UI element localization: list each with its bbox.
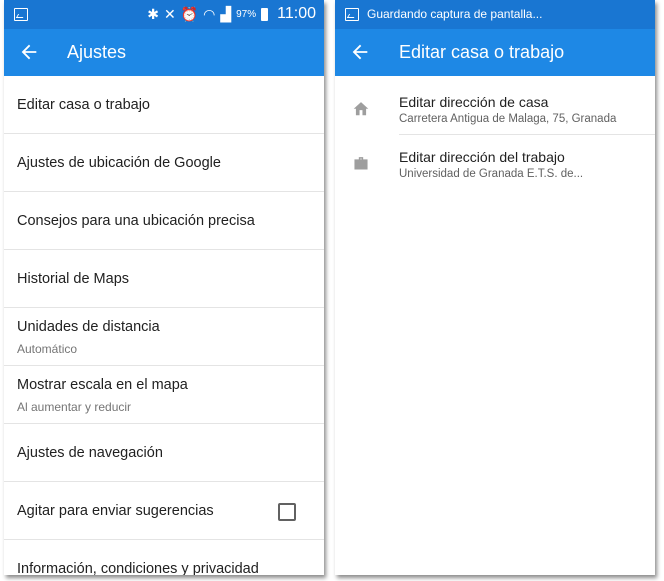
setting-about-terms-privacy[interactable]: Información, condiciones y privacidad bbox=[4, 540, 324, 575]
status-icons: ✱ ✕ ⏰ ◠ ▟ 97% 11:00 bbox=[147, 5, 316, 23]
screenshot-notification-icon bbox=[345, 8, 359, 21]
battery-icon bbox=[261, 7, 269, 21]
edit-home-work-screen: Guardando captura de pantalla... Editar … bbox=[335, 0, 655, 575]
setting-label: Ajustes de navegación bbox=[17, 445, 163, 461]
item-title: Editar dirección del trabajo bbox=[399, 149, 565, 165]
item-title: Editar dirección de casa bbox=[399, 94, 549, 110]
setting-label: Historial de Maps bbox=[17, 271, 130, 287]
screenshot-notification-icon bbox=[14, 8, 28, 21]
item-detail: Universidad de Granada E.T.S. de... bbox=[399, 168, 584, 180]
briefcase-icon bbox=[354, 157, 368, 170]
page-title: Editar casa o trabajo bbox=[399, 42, 565, 62]
setting-maps-history[interactable]: Historial de Maps bbox=[4, 250, 324, 308]
status-bar: Guardando captura de pantalla... bbox=[335, 0, 655, 29]
notification-text: Guardando captura de pantalla... bbox=[367, 7, 543, 21]
app-bar: Editar casa o trabajo bbox=[335, 29, 655, 76]
battery-percentage: 97% bbox=[236, 8, 257, 20]
setting-label: Unidades de distancia bbox=[17, 319, 160, 335]
setting-edit-home-work[interactable]: Editar casa o trabajo bbox=[4, 76, 324, 134]
setting-location-tips[interactable]: Consejos para una ubicación precisa bbox=[4, 192, 324, 250]
settings-list: Editar casa o trabajo Ajustes de ubicaci… bbox=[4, 76, 324, 575]
wifi-icon: ◠ bbox=[203, 6, 216, 22]
back-arrow-icon[interactable] bbox=[18, 41, 40, 63]
settings-screen: ✱ ✕ ⏰ ◠ ▟ 97% 11:00 Ajustes Editar casa … bbox=[4, 0, 324, 575]
setting-navigation[interactable]: Ajustes de navegación bbox=[4, 424, 324, 482]
app-bar: Ajustes bbox=[4, 29, 324, 76]
setting-map-scale[interactable]: Mostrar escala en el mapa Al aumentar y … bbox=[4, 366, 324, 424]
item-detail: Carretera Antigua de Malaga, 75, Granada bbox=[399, 113, 617, 125]
setting-distance-units[interactable]: Unidades de distancia Automático bbox=[4, 308, 324, 366]
edit-home-address-item[interactable]: Editar dirección de casa Carretera Antig… bbox=[335, 80, 655, 135]
bluetooth-icon: ✱ bbox=[147, 6, 159, 22]
setting-label: Información, condiciones y privacidad bbox=[17, 561, 259, 575]
setting-label: Consejos para una ubicación precisa bbox=[17, 213, 255, 229]
edit-work-address-item[interactable]: Editar dirección del trabajo Universidad… bbox=[335, 135, 655, 190]
back-arrow-icon[interactable] bbox=[349, 41, 371, 63]
mute-icon: ✕ bbox=[163, 6, 176, 22]
setting-label: Ajustes de ubicación de Google bbox=[17, 155, 221, 171]
page-title: Ajustes bbox=[67, 42, 127, 62]
setting-value: Al aumentar y reducir bbox=[17, 400, 132, 414]
setting-google-location[interactable]: Ajustes de ubicación de Google bbox=[4, 134, 324, 192]
setting-value: Automático bbox=[17, 342, 78, 356]
home-icon bbox=[353, 102, 369, 116]
setting-shake-feedback[interactable]: Agitar para enviar sugerencias bbox=[4, 482, 324, 540]
setting-label: Agitar para enviar sugerencias bbox=[17, 503, 214, 519]
clock: 11:00 bbox=[277, 5, 316, 22]
status-bar: ✱ ✕ ⏰ ◠ ▟ 97% 11:00 bbox=[4, 0, 324, 29]
alarm-icon: ⏰ bbox=[180, 6, 199, 22]
shake-feedback-checkbox[interactable] bbox=[278, 503, 296, 521]
setting-label: Mostrar escala en el mapa bbox=[17, 377, 188, 393]
signal-icon: ▟ bbox=[220, 6, 232, 22]
setting-label: Editar casa o trabajo bbox=[17, 97, 150, 113]
